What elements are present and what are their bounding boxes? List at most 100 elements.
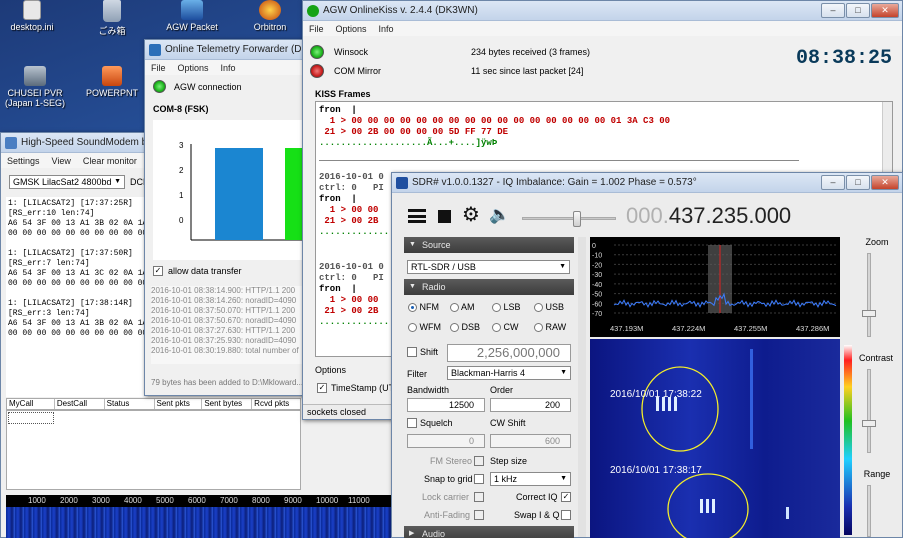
mode-lsb-radio[interactable] (492, 303, 501, 313)
speaker-icon[interactable]: 🔈 (489, 205, 510, 225)
maximize-button[interactable]: □ (846, 3, 870, 18)
desktop-icon-powerpnt[interactable]: POWERPNT (76, 66, 148, 98)
minimize-button[interactable]: – (821, 3, 845, 18)
mode-am[interactable]: AM (450, 302, 492, 313)
audio-section-header[interactable]: Audio (404, 526, 574, 538)
desktop-icon-agw-packet[interactable]: AGW Packet (156, 0, 228, 32)
mode-cw-radio[interactable] (492, 323, 501, 333)
mode-usb-radio[interactable] (534, 303, 543, 313)
source-section-header[interactable]: Source (404, 237, 574, 253)
forwarder-titlebar[interactable]: Online Telemetry Forwarder (D... (145, 40, 313, 60)
log-line: A6 54 3F 00 13 A1 3C 02 0A 1A 00 00 (8, 269, 148, 278)
spectrum-db-label: 0 (592, 243, 596, 250)
table-header-status[interactable]: Status (105, 399, 155, 409)
mode-wfm-radio[interactable] (408, 323, 417, 333)
waterfall[interactable]: 2016/10/01 17:38:22 2016/10/01 17:38:17 (590, 339, 840, 538)
maximize-button[interactable]: □ (846, 175, 870, 190)
spectrum-svg: 0 -10 -20 -30 -40 -50 -60 -70 437.193M 437.224M 43… (592, 243, 837, 333)
mode-lsb[interactable]: LSB (492, 302, 534, 313)
desktop-icon-desktop-ini[interactable]: desktop.ini (0, 0, 68, 32)
mode-wfm[interactable]: WFM (408, 322, 450, 333)
radio-section-header[interactable]: Radio (404, 279, 574, 295)
close-button[interactable]: ✕ (871, 3, 899, 18)
desktop-icon-orbitron[interactable]: Orbitron (234, 0, 306, 32)
menu-view[interactable]: View (52, 156, 71, 166)
agw-titlebar[interactable]: AGW OnlineKiss v. 2.4.4 (DK3WN) – □ ✕ (303, 1, 902, 21)
range-slider[interactable] (867, 485, 871, 537)
mode-nfm[interactable]: NFM (408, 302, 450, 313)
frequency-display[interactable]: 000.437.235.000 (626, 203, 791, 229)
desktop-icon-recycle-bin[interactable]: ごみ箱 (76, 0, 148, 37)
menu-info[interactable]: Info (379, 24, 394, 34)
table-header-mycall[interactable]: MyCall (7, 399, 55, 409)
forwarder-log[interactable]: 2016-10-01 08:38:14.900: HTTP/1.1 200 201… (151, 286, 315, 364)
menu-options[interactable]: Options (178, 63, 209, 73)
window-title: AGW OnlineKiss v. 2.4.4 (DK3WN) (323, 5, 478, 16)
table-row[interactable] (8, 412, 54, 424)
volume-slider[interactable] (522, 211, 616, 227)
mode-dsb[interactable]: DSB (450, 322, 492, 333)
cwshift-input[interactable]: 600 (490, 434, 571, 448)
spectrum-db-label: -10 (592, 253, 602, 260)
table-header-rcvd-pkts[interactable]: Rcvd pkts (252, 399, 300, 409)
menu-info[interactable]: Info (221, 63, 236, 73)
table-header-destcall[interactable]: DestCall (55, 399, 105, 409)
sdr-titlebar[interactable]: SDR# v1.0.0.1327 - IQ Imbalance: Gain = … (392, 173, 902, 193)
fm-stereo-checkbox[interactable] (474, 456, 484, 466)
timestamp-checkbox[interactable]: ✓ (317, 383, 327, 393)
desktop-icon-label: desktop.ini (10, 22, 54, 32)
menu-file[interactable]: File (309, 24, 324, 34)
zoom-slider-thumb[interactable] (862, 310, 876, 317)
correct-iq-checkbox[interactable]: ✓ (561, 492, 571, 502)
mode-nfm-radio[interactable] (408, 303, 417, 313)
table-header-sent-bytes[interactable]: Sent bytes (202, 399, 253, 409)
panel-splitter[interactable] (578, 237, 586, 537)
audio-waterfall[interactable] (6, 507, 392, 538)
mode-cw[interactable]: CW (492, 322, 534, 333)
volume-slider-thumb[interactable] (573, 211, 581, 227)
menu-options[interactable]: Options (336, 24, 367, 34)
contrast-slider[interactable] (862, 369, 876, 453)
spectrum-analyzer[interactable]: 0 -10 -20 -30 -40 -50 -60 -70 437.193M 437.224M 43… (590, 237, 840, 337)
desktop-icon-chusei-pvr[interactable]: CHUSEI PVR (Japan 1-SEG) (0, 66, 74, 108)
anti-fading-checkbox[interactable] (474, 510, 484, 520)
swap-iq-checkbox[interactable] (561, 510, 571, 520)
step-size-select[interactable]: 1 kHz (490, 472, 571, 486)
contrast-slider-thumb[interactable] (862, 420, 876, 427)
mode-raw-radio[interactable] (534, 323, 543, 333)
shift-input[interactable]: 2,256,000,000 (447, 344, 571, 362)
mode-raw[interactable]: RAW (534, 322, 576, 333)
table-header-sent-pkts[interactable]: Sent pkts (155, 399, 203, 409)
spectrum-db-label: -70 (592, 311, 602, 318)
freq-tick-label: 2000 (60, 496, 78, 505)
shift-checkbox[interactable] (407, 347, 417, 357)
log-line: 2016-10-01 08:37:25.930: noradID=4090 (151, 336, 297, 345)
gear-icon[interactable]: ⚙ (462, 205, 480, 225)
close-button[interactable]: ✕ (871, 175, 899, 190)
mode-usb[interactable]: USB (534, 302, 576, 313)
squelch-checkbox[interactable] (407, 418, 417, 428)
menu-file[interactable]: File (151, 63, 166, 73)
modem-mode-select[interactable]: GMSK LilacSat2 4800bd (9, 175, 125, 189)
snap-to-grid-checkbox[interactable] (474, 474, 484, 484)
menu-settings[interactable]: Settings (7, 156, 40, 166)
squelch-input[interactable]: 0 (407, 434, 485, 448)
mode-dsb-radio[interactable] (450, 323, 459, 333)
menu-clear-monitor[interactable]: Clear monitor (83, 156, 137, 166)
lock-carrier-checkbox[interactable] (474, 492, 484, 502)
winsock-status-text: 234 bytes received (3 frames) (471, 47, 591, 57)
soundmodem-log[interactable]: 1: [LILACSAT2] [17:37:25R] [RS_err:10 len… (6, 197, 148, 397)
bandwidth-input[interactable]: 12500 (407, 398, 485, 412)
minimize-button[interactable]: – (821, 175, 845, 190)
source-select[interactable]: RTL-SDR / USB (407, 260, 570, 274)
mode-am-radio[interactable] (450, 303, 459, 313)
menu-icon[interactable] (408, 209, 426, 223)
stop-icon[interactable] (438, 210, 451, 223)
allow-data-transfer-checkbox[interactable]: ✓ (153, 266, 163, 276)
order-input[interactable]: 200 (490, 398, 571, 412)
desktop-icon-label: CHUSEI PVR (Japan 1-SEG) (4, 88, 66, 108)
spectrum-db-label: -50 (592, 292, 602, 299)
zoom-slider[interactable] (862, 253, 876, 337)
filter-select[interactable]: Blackman-Harris 4 (447, 366, 571, 380)
connections-table-body[interactable] (6, 410, 301, 490)
